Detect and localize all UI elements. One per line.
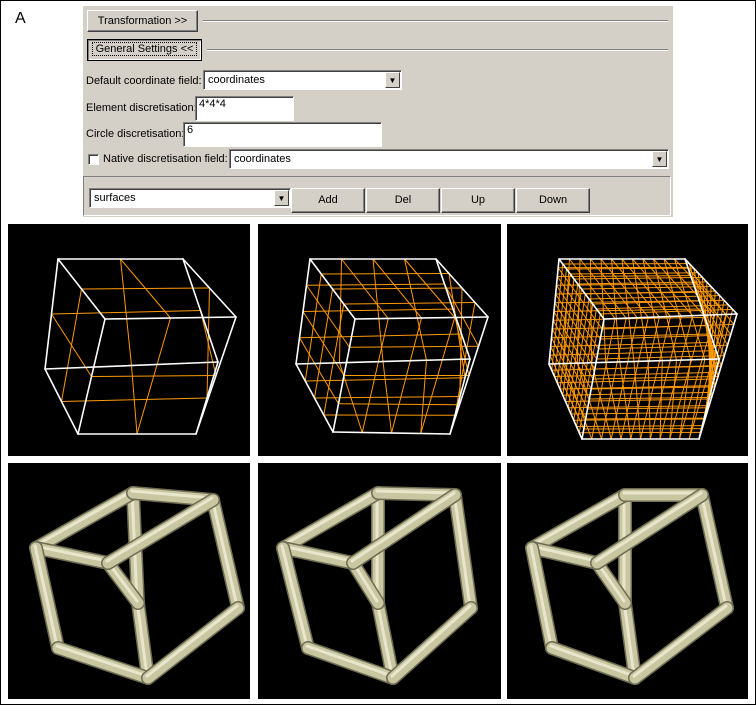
grid-line — [302, 311, 345, 376]
tube-highlight — [529, 491, 626, 548]
wireframe-cube-coarse — [44, 258, 237, 435]
tube-highlight — [305, 644, 394, 678]
viewer-c1[interactable] — [8, 463, 250, 699]
panel-label-a: A — [15, 10, 26, 27]
wireframe-cube-medium — [295, 258, 489, 435]
transformation-toggle-button[interactable]: Transformation >> — [87, 10, 198, 32]
delete-button[interactable]: Del — [366, 188, 440, 213]
tube-highlight — [145, 604, 239, 678]
general-settings-toggle-button[interactable]: General Settings << — [87, 39, 202, 61]
wireframe-cube-fine — [548, 258, 738, 440]
tube-highlight — [210, 496, 239, 608]
tube-highlight — [280, 544, 309, 648]
add-button[interactable]: Add — [291, 188, 365, 213]
grid-line — [332, 287, 463, 290]
viewer-c2[interactable] — [258, 463, 501, 699]
tube-edge — [302, 642, 399, 684]
down-button[interactable]: Down — [516, 188, 590, 213]
tube-edge — [629, 602, 733, 684]
tube-edge — [526, 542, 603, 569]
tube-cube-low — [29, 486, 245, 685]
graphics-settings-panel: Transformation >> General Settings << De… — [83, 6, 673, 217]
tube-highlight — [549, 644, 636, 678]
native-discretisation-field-label: Native discretisation field: — [103, 153, 228, 165]
grid-line — [81, 287, 210, 290]
viewer-b1[interactable] — [8, 224, 250, 456]
native-discretisation-checkbox[interactable] — [88, 154, 99, 165]
native-discretisation-field-select[interactable]: coordinates ▼ — [229, 149, 669, 169]
graphics-type-value: surfaces — [94, 192, 136, 204]
tube-edge — [52, 642, 154, 684]
element-discretisation-value: 4*4*4 — [199, 98, 226, 110]
default-coordinate-field-value: coordinates — [208, 74, 265, 86]
cube-edge — [354, 316, 489, 320]
tube-edge — [142, 602, 244, 684]
divider — [203, 20, 668, 22]
tube-highlight — [280, 489, 379, 548]
tube-highlight — [390, 604, 472, 678]
cube-edge — [104, 316, 237, 320]
grid-line — [587, 407, 709, 410]
circle-discretisation-label: Circle discretisation: — [86, 128, 185, 140]
tube-highlight — [55, 644, 149, 678]
grid-line — [91, 375, 217, 377]
tube-highlight — [105, 496, 214, 563]
tube-highlight — [699, 491, 728, 608]
tube-edge — [277, 487, 384, 554]
triangle-down-icon[interactable]: ▼ — [652, 151, 667, 167]
tube-cube-high — [525, 488, 734, 685]
graphics-type-select[interactable]: surfaces ▼ — [89, 188, 291, 208]
tube-edge — [30, 542, 114, 569]
tube-edge — [102, 494, 219, 569]
tube-edge — [546, 642, 641, 684]
grid-line — [299, 337, 339, 405]
triangle-down-icon[interactable]: ▼ — [274, 190, 289, 206]
tube-highlight — [33, 489, 134, 548]
grid-line — [200, 310, 217, 376]
general-settings-label: General Settings << — [91, 42, 198, 56]
tube-edge — [526, 489, 631, 554]
tube-highlight — [632, 604, 728, 678]
native-discretisation-field-value: coordinates — [234, 153, 291, 165]
element-discretisation-label: Element discretisation: — [86, 102, 197, 114]
grid-line — [338, 403, 460, 406]
tube-edge — [30, 487, 139, 554]
divider — [207, 49, 668, 51]
cube-edge — [332, 431, 451, 435]
triangle-down-icon[interactable]: ▼ — [385, 72, 400, 88]
up-button[interactable]: Up — [441, 188, 515, 213]
tube-edge — [277, 542, 359, 569]
circle-discretisation-input[interactable]: 6 — [183, 122, 382, 147]
tube-cube-medium — [276, 486, 478, 685]
default-coordinate-field-label: Default coordinate field: — [86, 75, 202, 87]
circle-discretisation-value: 6 — [187, 124, 194, 136]
tube-edge — [387, 602, 477, 684]
tube-highlight — [375, 489, 456, 495]
default-coordinate-field-select[interactable]: coordinates ▼ — [203, 70, 402, 90]
element-discretisation-input[interactable]: 4*4*4 — [195, 96, 294, 121]
viewer-b3[interactable] — [507, 224, 748, 456]
viewer-b2[interactable] — [258, 224, 501, 456]
viewer-c3[interactable] — [507, 463, 748, 699]
